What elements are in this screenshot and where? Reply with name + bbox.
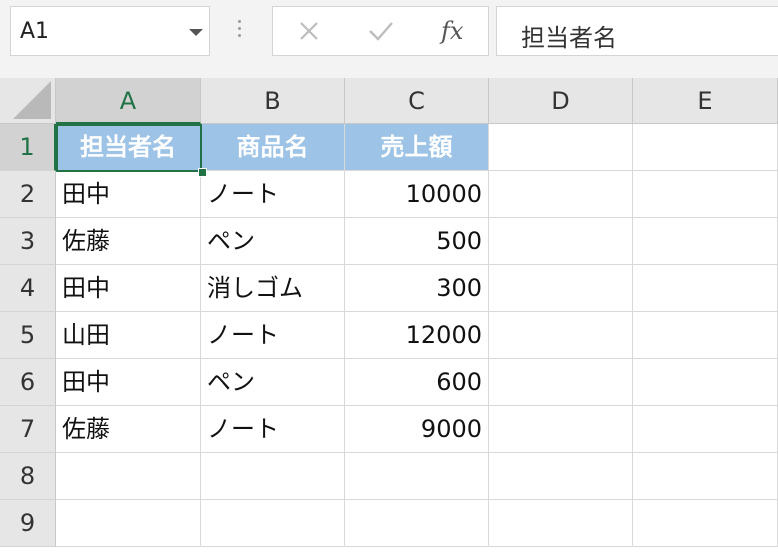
cell-a9[interactable] bbox=[56, 500, 201, 547]
row-header-7[interactable]: 7 bbox=[0, 406, 56, 453]
cell-b7[interactable]: ノート bbox=[201, 406, 345, 453]
column-header-c[interactable]: C bbox=[345, 78, 489, 124]
cell-e4[interactable] bbox=[633, 265, 778, 312]
name-box[interactable]: A1 bbox=[10, 6, 210, 56]
column-header-a[interactable]: A bbox=[56, 78, 201, 124]
column-header-e[interactable]: E bbox=[633, 78, 778, 124]
row-header-6[interactable]: 6 bbox=[0, 359, 56, 406]
chevron-down-icon[interactable] bbox=[189, 29, 203, 36]
cell-a6[interactable]: 田中 bbox=[56, 359, 201, 406]
active-cell-border bbox=[56, 124, 202, 172]
cell-c6[interactable]: 600 bbox=[345, 359, 489, 406]
close-icon[interactable] bbox=[297, 19, 321, 47]
cell-b5[interactable]: ノート bbox=[201, 312, 345, 359]
row-header-3[interactable]: 3 bbox=[0, 218, 56, 265]
formula-toolbar: A1 fx 担当者名 bbox=[0, 0, 778, 78]
cell-c8[interactable] bbox=[345, 453, 489, 500]
cell-b8[interactable] bbox=[201, 453, 345, 500]
header-cell-b1[interactable]: 商品名 bbox=[201, 124, 345, 171]
formula-input-value[interactable]: 担当者名 bbox=[521, 18, 617, 53]
formula-input[interactable]: 担当者名 bbox=[496, 6, 778, 56]
cell-c9[interactable] bbox=[345, 500, 489, 547]
cell-d1[interactable] bbox=[489, 124, 633, 171]
column-header-b[interactable]: B bbox=[201, 78, 345, 124]
cell-c7[interactable]: 9000 bbox=[345, 406, 489, 453]
insert-function-icon[interactable]: fx bbox=[441, 17, 463, 45]
cell-a5[interactable]: 山田 bbox=[56, 312, 201, 359]
cell-d8[interactable] bbox=[489, 453, 633, 500]
row-header-2[interactable]: 2 bbox=[0, 171, 56, 218]
select-all-triangle bbox=[13, 81, 51, 119]
cell-e5[interactable] bbox=[633, 312, 778, 359]
header-cell-c1[interactable]: 売上額 bbox=[345, 124, 489, 171]
cell-a4[interactable]: 田中 bbox=[56, 265, 201, 312]
cell-d3[interactable] bbox=[489, 218, 633, 265]
cell-a7[interactable]: 佐藤 bbox=[56, 406, 201, 453]
drag-handle-icon[interactable] bbox=[238, 20, 242, 40]
formula-actions: fx bbox=[272, 6, 489, 56]
cell-d4[interactable] bbox=[489, 265, 633, 312]
cell-e7[interactable] bbox=[633, 406, 778, 453]
cell-d2[interactable] bbox=[489, 171, 633, 218]
cell-e6[interactable] bbox=[633, 359, 778, 406]
cell-e2[interactable] bbox=[633, 171, 778, 218]
cell-a2[interactable]: 田中 bbox=[56, 171, 201, 218]
cell-d5[interactable] bbox=[489, 312, 633, 359]
cell-b6[interactable]: ペン bbox=[201, 359, 345, 406]
cell-c5[interactable]: 12000 bbox=[345, 312, 489, 359]
cell-c4[interactable]: 300 bbox=[345, 265, 489, 312]
row-header-9[interactable]: 9 bbox=[0, 500, 56, 547]
row-header-5[interactable]: 5 bbox=[0, 312, 56, 359]
cell-e8[interactable] bbox=[633, 453, 778, 500]
cell-a8[interactable] bbox=[56, 453, 201, 500]
select-all-button[interactable] bbox=[0, 78, 56, 124]
row-header-8[interactable]: 8 bbox=[0, 453, 56, 500]
name-box-value[interactable]: A1 bbox=[20, 19, 49, 44]
cell-e3[interactable] bbox=[633, 218, 778, 265]
column-header-d[interactable]: D bbox=[489, 78, 633, 124]
cell-d9[interactable] bbox=[489, 500, 633, 547]
row-header-4[interactable]: 4 bbox=[0, 265, 56, 312]
cell-e1[interactable] bbox=[633, 124, 778, 171]
row-header-1[interactable]: 1 bbox=[0, 124, 56, 171]
checkmark-icon[interactable] bbox=[367, 19, 395, 47]
cell-d6[interactable] bbox=[489, 359, 633, 406]
cell-a3[interactable]: 佐藤 bbox=[56, 218, 201, 265]
cell-b9[interactable] bbox=[201, 500, 345, 547]
cell-d7[interactable] bbox=[489, 406, 633, 453]
fill-handle[interactable] bbox=[198, 168, 207, 177]
cell-c2[interactable]: 10000 bbox=[345, 171, 489, 218]
cell-c3[interactable]: 500 bbox=[345, 218, 489, 265]
cell-b3[interactable]: ペン bbox=[201, 218, 345, 265]
cell-e9[interactable] bbox=[633, 500, 778, 547]
cell-b2[interactable]: ノート bbox=[201, 171, 345, 218]
cell-b4[interactable]: 消しゴム bbox=[201, 265, 345, 312]
